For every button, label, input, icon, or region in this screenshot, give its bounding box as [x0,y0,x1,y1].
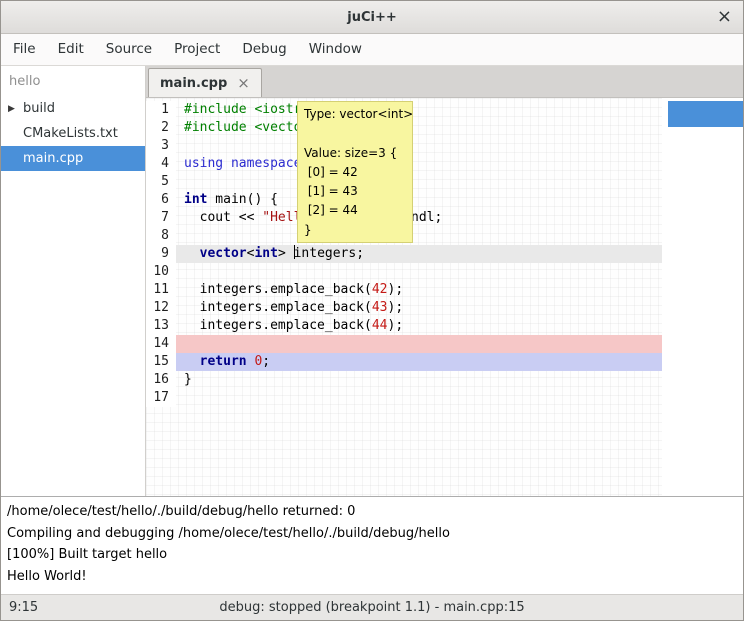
code-line-14[interactable]: 14 [146,335,662,353]
code-text [176,335,662,353]
code-line-10[interactable]: 10 [146,263,662,281]
menu-bar: FileEditSourceProjectDebugWindow [1,34,743,66]
code-line-17[interactable]: 17 [146,389,662,407]
title-bar: juCi++ × [1,1,743,34]
close-icon[interactable]: × [717,8,732,26]
tooltip-line: } [304,221,406,240]
app-window: juCi++ × FileEditSourceProjectDebugWindo… [0,0,744,621]
code-text [176,137,662,155]
code-line-12[interactable]: 12 integers.emplace_back(43); [146,299,662,317]
code-text: integers.emplace_back(42); [176,281,662,299]
line-number[interactable]: 5 [146,173,176,191]
line-number[interactable]: 8 [146,227,176,245]
window-title: juCi++ [347,10,397,25]
code-text: int main() { [176,191,662,209]
code-text: #include <iostream> [176,101,662,119]
code-text: } [176,371,662,389]
menu-item-debug[interactable]: Debug [231,34,297,65]
code-text: return 0; [176,353,662,371]
sidebar: hello ▶ build CMakeLists.txt main.cpp [1,66,146,496]
tab-label: main.cpp [160,76,227,91]
code-text: vector<int> integers; [176,245,662,263]
code-text: #include <vector> [176,119,662,137]
tooltip-line: Type: vector<int> [304,105,406,124]
tree-item-label: CMakeLists.txt [23,126,118,141]
editor-scrollbar[interactable] [662,98,743,496]
tooltip-line: [0] = 42 [304,163,406,182]
line-number[interactable]: 15 [146,353,176,371]
code-text [176,227,662,245]
code-line-9[interactable]: 9 vector<int> integers; [146,245,662,263]
line-number[interactable]: 17 [146,389,176,407]
code-text: using namespace std; [176,155,662,173]
file-tree: ▶ build CMakeLists.txt main.cpp [1,96,145,171]
tab-main-cpp[interactable]: main.cpp × [148,68,262,97]
tab-close-icon[interactable]: × [237,76,250,91]
code-text: integers.emplace_back(44); [176,317,662,335]
expander-icon[interactable]: ▶ [8,104,15,114]
tree-item-build[interactable]: ▶ build [1,96,145,121]
menu-item-window[interactable]: Window [298,34,373,65]
line-number[interactable]: 11 [146,281,176,299]
menu-item-edit[interactable]: Edit [47,34,95,65]
line-number[interactable]: 13 [146,317,176,335]
tree-item-main-cpp[interactable]: main.cpp [1,146,145,171]
output-line: Hello World! [7,566,737,588]
code-line-15[interactable]: 15 return 0; [146,353,662,371]
output-line: Compiling and debugging /home/olece/test… [7,523,737,545]
code-editor[interactable]: 1#include <iostream>2#include <vector>34… [146,98,743,496]
code-line-11[interactable]: 11 integers.emplace_back(42); [146,281,662,299]
line-number[interactable]: 12 [146,299,176,317]
main-area: hello ▶ build CMakeLists.txt main.cpp main.… [1,66,743,496]
code-text [176,173,662,191]
output-line: /home/olece/test/hello/./build/debug/hel… [7,501,737,523]
menu-item-source[interactable]: Source [95,34,163,65]
line-number[interactable]: 10 [146,263,176,281]
tree-item-label: build [23,101,55,116]
code-line-13[interactable]: 13 integers.emplace_back(44); [146,317,662,335]
output-panel[interactable]: /home/olece/test/hello/./build/debug/hel… [1,496,743,594]
menu-item-file[interactable]: File [2,34,47,65]
editor-pane: main.cpp × 1#include <iostream>2#include… [146,66,743,496]
project-root-label: hello [1,66,145,96]
menu-item-project[interactable]: Project [163,34,231,65]
tooltip-line: [2] = 44 [304,201,406,220]
tooltip-line: [1] = 43 [304,182,406,201]
status-bar: 9:15 debug: stopped (breakpoint 1.1) - m… [1,594,743,620]
tooltip-line [304,124,406,143]
tree-item-cmakelists-txt[interactable]: CMakeLists.txt [1,121,145,146]
code-text [176,389,662,407]
line-number[interactable]: 6 [146,191,176,209]
code-text: integers.emplace_back(43); [176,299,662,317]
line-number[interactable]: 14 [146,335,176,353]
code-text [176,263,662,281]
line-number[interactable]: 1 [146,101,176,119]
code-text: cout << "Hello World!" << endl; [176,209,662,227]
scrollbar-thumb[interactable] [668,101,743,127]
code-line-16[interactable]: 16} [146,371,662,389]
line-number[interactable]: 7 [146,209,176,227]
line-number[interactable]: 4 [146,155,176,173]
output-line: [100%] Built target hello [7,544,737,566]
line-number[interactable]: 9 [146,245,176,263]
status-time: 9:15 [9,600,38,615]
debug-status: debug: stopped (breakpoint 1.1) - main.c… [1,600,743,615]
tree-item-label: main.cpp [23,151,83,166]
tooltip-line: Value: size=3 { [304,144,406,163]
line-number[interactable]: 2 [146,119,176,137]
line-number[interactable]: 3 [146,137,176,155]
debug-tooltip: Type: vector<int> Value: size=3 { [0] = … [297,101,413,243]
tab-bar: main.cpp × [146,66,743,98]
line-number[interactable]: 16 [146,371,176,389]
